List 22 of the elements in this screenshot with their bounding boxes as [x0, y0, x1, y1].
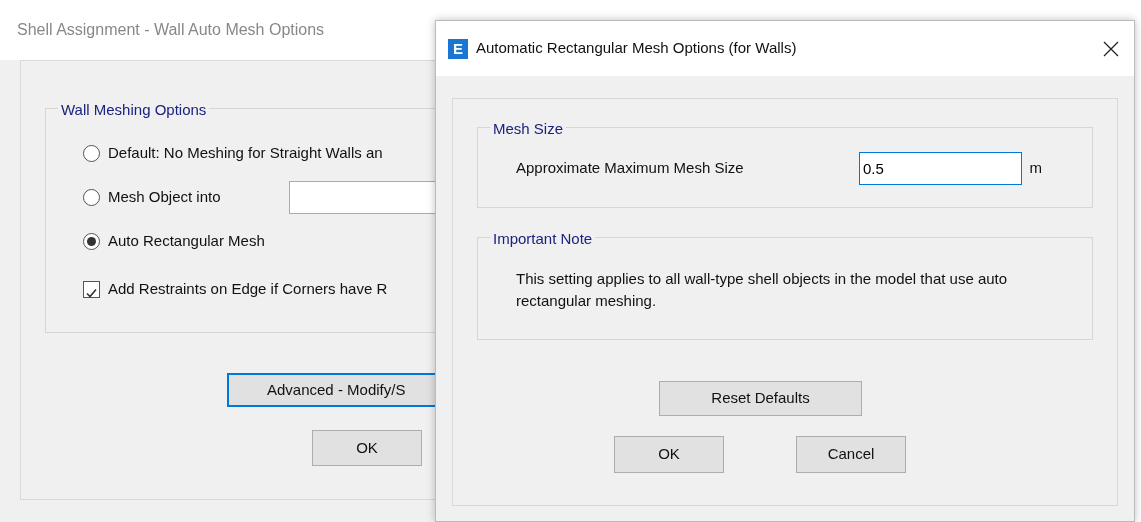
window-title: Shell Assignment - Wall Auto Mesh Options [16, 20, 325, 40]
app-logo: E [448, 38, 468, 59]
input-field[interactable]: 0.5 [859, 152, 1022, 185]
option-label: Auto Rectangular Mesh [108, 230, 265, 251]
close-icon[interactable] [1103, 41, 1119, 58]
button[interactable]: Cancel [796, 436, 906, 473]
button[interactable]: OK [312, 430, 422, 466]
button[interactable]: OK [614, 436, 724, 473]
unit-label: m [1029, 158, 1042, 179]
note-text: This setting applies to all wall-type shell objects in the model that use auto rectangular meshing. [516, 269, 1009, 311]
button[interactable]: Advanced - Modify/S [227, 373, 436, 407]
field-label: Approximate Maximum Mesh Size [516, 158, 745, 179]
radio-button[interactable] [83, 188, 100, 206]
radio-button[interactable] [83, 232, 100, 250]
option-label: Add Restraints on Edge if Corners have R [108, 278, 388, 299]
checkbox[interactable] [83, 280, 100, 298]
button[interactable]: Reset Defaults [659, 381, 862, 416]
option-label: Mesh Object into [108, 186, 221, 207]
option-label: Default: No Meshing for Straight Walls an [108, 142, 383, 163]
radio-button[interactable] [83, 144, 100, 162]
window-title: Automatic Rectangular Mesh Options (for Walls) [476, 38, 798, 59]
input-field[interactable] [288, 180, 436, 214]
